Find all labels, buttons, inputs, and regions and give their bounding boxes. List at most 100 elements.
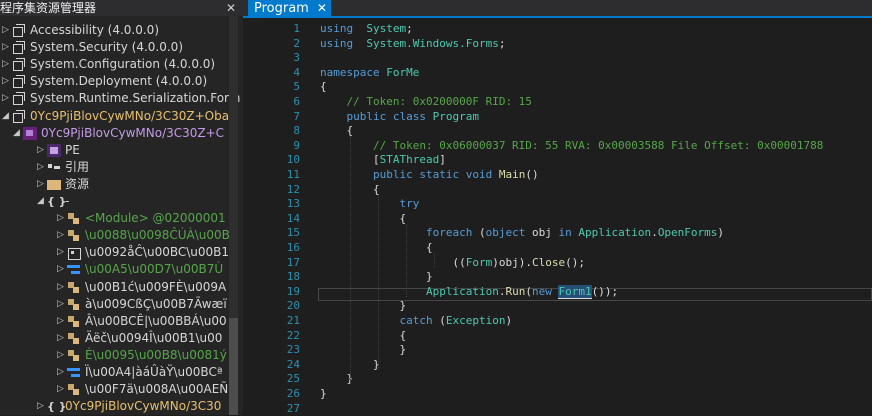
tree-node[interactable]: ◢ 0Yc9PjiBlovCywMNo/3C30Z+C (11, 125, 224, 142)
code-line[interactable]: { (320, 124, 353, 139)
code-token: } (320, 343, 407, 357)
collapse-arrow-icon[interactable]: ◢ (35, 193, 46, 210)
class-icon (67, 383, 81, 396)
tree-node[interactable]: ▷ \u0092åĈ\u00BC\u00B1 (55, 244, 229, 261)
code-line[interactable]: Application.Run(new Form1()); (320, 284, 618, 300)
tree-node-label: \u00F7ä\u008A\u00AEÑ (85, 382, 229, 397)
code-line[interactable]: catch (Exception) (320, 314, 512, 329)
code-line[interactable]: ((Form)obj).Close(); (320, 256, 585, 271)
expand-arrow-icon[interactable]: ▷ (0, 56, 11, 73)
expand-arrow-icon[interactable]: ▷ (55, 364, 66, 381)
namespace-icon: { } (47, 400, 67, 414)
code-line[interactable]: [STAThread] (320, 153, 446, 168)
expand-arrow-icon[interactable]: ▷ (35, 159, 46, 176)
references-icon (47, 161, 61, 174)
tree-node[interactable]: ▷ System.Configuration (4.0.0.0) (0, 56, 215, 73)
code-line[interactable]: { (320, 80, 327, 95)
tree-node[interactable]: ▷ \u00B1ć\u009FÈ\u009A (55, 279, 226, 296)
tree-node[interactable]: ◢ 0Yc9PjiBlovCywMNo/3C30Z+Oba (0, 108, 229, 125)
tree-node[interactable]: ▷ System.Deployment (4.0.0.0) (0, 73, 207, 90)
expand-arrow-icon[interactable]: ▷ (55, 313, 66, 330)
code-line[interactable]: { (320, 241, 433, 256)
code-line[interactable]: public static void Main() (320, 168, 539, 183)
expand-arrow-icon[interactable]: ▷ (35, 398, 46, 415)
tree-node[interactable]: ▷ \u0088\u0098ĈÚÀ\u00B (55, 227, 230, 244)
indent-guide (434, 253, 435, 268)
code-line[interactable]: foreach (object obj in Application.OpenF… (320, 226, 724, 241)
tree-node[interactable]: ▷ \u00F7ä\u008A\u00AEÑ (55, 381, 228, 398)
editor-tab-bar (243, 0, 872, 18)
code-line[interactable]: try (320, 197, 419, 212)
expand-arrow-icon[interactable]: ▷ (55, 296, 66, 313)
line-number: 26 (286, 387, 300, 400)
type-token: Application (578, 226, 652, 240)
expand-arrow-icon[interactable]: ▷ (35, 176, 46, 193)
code-line[interactable]: } (320, 387, 327, 402)
code-line[interactable]: { (320, 212, 406, 227)
collapse-arrow-icon[interactable]: ◢ (11, 125, 22, 142)
tree-node[interactable]: ▷ à\u009CßÇ\u00B7Ãwæï (55, 296, 227, 313)
code-line[interactable]: } (320, 372, 353, 387)
tab-program[interactable]: Program ✕ (248, 0, 331, 16)
folder-icon (47, 179, 61, 190)
class-icon (67, 298, 81, 311)
tree-node[interactable]: ▷ Ï\u00A4|àáÛàŸ\u00BCª (55, 364, 222, 381)
expand-arrow-icon[interactable]: ▷ (55, 227, 66, 244)
expand-arrow-icon[interactable]: ▷ (55, 279, 66, 296)
expand-arrow-icon[interactable]: ▷ (55, 347, 66, 364)
tree-node[interactable]: ▷ 引用 (35, 159, 89, 176)
tree-node[interactable]: ▷ <Module> @02000001 (55, 210, 226, 227)
code-line[interactable]: } (320, 299, 406, 314)
tree-node-label: 引用 (65, 159, 90, 174)
expand-arrow-icon[interactable]: ▷ (55, 261, 66, 278)
tree-node[interactable]: ▷{ }0Yc9PjiBlovCywMNo/3C30 (35, 398, 221, 415)
code-line[interactable]: { (320, 329, 406, 344)
tree-node[interactable]: ▷ PE (35, 142, 80, 159)
tree-node[interactable]: ◢{ }- (35, 193, 69, 210)
code-line[interactable]: } (320, 343, 406, 358)
collapse-arrow-icon[interactable]: ◢ (0, 108, 11, 125)
assembly-icon (12, 41, 26, 55)
expand-arrow-icon[interactable]: ▷ (0, 73, 11, 90)
code-line[interactable]: using System.Windows.Forms; (320, 37, 505, 52)
tree-node[interactable]: ▷ Accessibility (4.0.0.0) (0, 22, 159, 39)
code-line[interactable]: namespace ForMe (320, 66, 419, 81)
tab-close-icon[interactable]: ✕ (317, 0, 327, 16)
keyword-token: public (372, 168, 413, 181)
tree-node[interactable]: ▷ System.Security (4.0.0.0) (0, 39, 183, 56)
expand-arrow-icon[interactable]: ▷ (0, 39, 11, 56)
code-line[interactable]: // Token: 0x0200000F RID: 15 (320, 95, 532, 110)
expand-arrow-icon[interactable]: ▷ (55, 330, 66, 347)
tab-label: Program (254, 1, 309, 16)
expand-arrow-icon[interactable]: ▷ (0, 22, 11, 39)
close-icon[interactable]: ✕ (226, 0, 236, 16)
code-line[interactable]: using System; (320, 22, 413, 37)
code-token: } (320, 387, 327, 400)
keyword-token: class (392, 109, 426, 123)
line-number: 9 (293, 138, 300, 152)
code-line[interactable]: public class Program (320, 110, 479, 125)
keyword-token: using (320, 22, 354, 35)
code-token: } (320, 270, 433, 284)
expand-arrow-icon[interactable]: ▷ (0, 90, 11, 107)
tree-node[interactable]: ▷ Äëč\u0094Î\u00B1\u00 (55, 330, 222, 347)
expand-arrow-icon[interactable]: ▷ (55, 210, 66, 227)
code-line[interactable]: } (320, 270, 433, 285)
tree-node[interactable]: ▷ System.Runtime.Serialization.Form (0, 90, 240, 107)
tree-node[interactable]: ▷ Â\u00BCÊ|\u00BBÁ\u00 (55, 313, 227, 330)
tree-node[interactable]: ▷ \u00A5\u00D7\u00B7Ù (55, 261, 223, 278)
expand-arrow-icon[interactable]: ▷ (55, 244, 66, 261)
tree-scrollbar-thumb[interactable] (229, 318, 238, 415)
expand-arrow-icon[interactable]: ▷ (35, 142, 46, 159)
expand-arrow-icon[interactable]: ▷ (55, 381, 66, 398)
class-icon (67, 332, 81, 345)
type-token: Form1 (558, 284, 592, 299)
class-icon (67, 212, 81, 225)
tree-node[interactable]: ▷ 资源 (35, 176, 89, 193)
code-line[interactable]: // Token: 0x06000037 RID: 55 RVA: 0x0000… (320, 139, 823, 154)
tree-node-label: System.Configuration (4.0.0.0) (30, 57, 216, 72)
tree-node[interactable]: ▷ É\u0095\u00B8\u0081ý (55, 347, 227, 364)
